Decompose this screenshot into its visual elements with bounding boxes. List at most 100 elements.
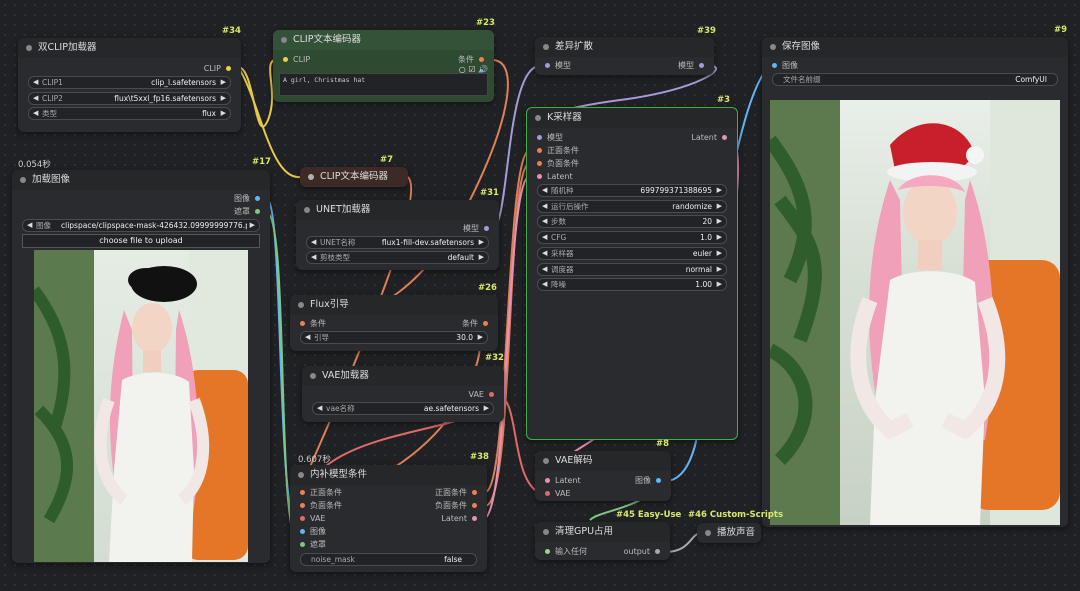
- collapse-dot-icon[interactable]: [543, 529, 549, 535]
- node-header[interactable]: 内补模型条件: [290, 465, 487, 485]
- socket-dot-icon[interactable]: [537, 148, 542, 153]
- arrow-left-icon[interactable]: ◀: [33, 108, 38, 119]
- node-inpaint-model-conditioning[interactable]: 内补模型条件 正面条件 负面条件 VAE 图像 遮罩 正面条件 负面条件 Lat…: [290, 465, 487, 572]
- arrow-right-icon[interactable]: ▶: [221, 93, 226, 104]
- node-dual-clip-loader[interactable]: 双CLIP加载器 CLIP ◀ CLIP1 clip_l.safetensors ▶ …: [18, 38, 241, 132]
- collapse-dot-icon[interactable]: [535, 115, 541, 121]
- arrow-left-icon[interactable]: ◀: [33, 93, 38, 104]
- arrow-left-icon[interactable]: ◀: [317, 403, 322, 414]
- output-negative[interactable]: 负面条件: [435, 500, 477, 512]
- socket-dot-icon[interactable]: [300, 321, 305, 326]
- input-vae[interactable]: VAE: [300, 513, 326, 525]
- node-vae-loader[interactable]: VAE加载器 VAE ◀ vae名称 ae.safetensors ▶: [302, 366, 504, 422]
- arrow-left-icon[interactable]: ◀: [27, 220, 32, 231]
- arrow-left-icon[interactable]: ◀: [542, 185, 547, 196]
- collapse-dot-icon[interactable]: [26, 45, 32, 51]
- collapse-dot-icon[interactable]: [298, 302, 304, 308]
- node-header[interactable]: Flux引导: [290, 295, 498, 315]
- widget-image-file[interactable]: ◀ 图像 clipspace/clipspace-mask-426432.09999…: [22, 219, 260, 232]
- output-image[interactable]: 图像: [635, 475, 661, 487]
- widget-scheduler[interactable]: ◀ 调度器 normal ▶: [537, 263, 727, 276]
- collapse-dot-icon[interactable]: [304, 207, 310, 213]
- input-latent[interactable]: Latent: [537, 171, 573, 183]
- collapse-dot-icon[interactable]: [308, 174, 314, 180]
- choose-file-button[interactable]: choose file to upload: [22, 234, 260, 248]
- socket-dot-icon[interactable]: [537, 174, 542, 179]
- socket-dot-icon[interactable]: [483, 321, 488, 326]
- socket-dot-icon[interactable]: [722, 135, 727, 140]
- output-clip[interactable]: CLIP: [204, 63, 231, 75]
- prompt-textarea[interactable]: A girl, Christmas hat: [279, 73, 488, 96]
- output-model[interactable]: 模型: [463, 223, 489, 235]
- output-output[interactable]: output: [624, 546, 660, 558]
- input-mask[interactable]: 遮罩: [300, 539, 326, 551]
- input-vae[interactable]: VAE: [545, 488, 571, 500]
- node-differential-diffusion[interactable]: 差异扩散 模型 模型: [535, 37, 714, 75]
- socket-dot-icon[interactable]: [489, 392, 494, 397]
- widget-cfg[interactable]: ◀ CFG 1.0 ▶: [537, 231, 727, 244]
- collapse-dot-icon[interactable]: [281, 37, 287, 43]
- widget-guidance[interactable]: ◀ 引导 30.0 ▶: [300, 331, 488, 344]
- collapse-dot-icon[interactable]: [298, 472, 304, 478]
- socket-dot-icon[interactable]: [545, 491, 550, 496]
- arrow-right-icon[interactable]: ▶: [221, 77, 226, 88]
- widget-filename-prefix[interactable]: 文件名前缀 ComfyUI: [772, 73, 1058, 86]
- output-model[interactable]: 模型: [678, 60, 704, 72]
- socket-dot-icon[interactable]: [226, 66, 231, 71]
- widget-clip2[interactable]: ◀ CLIP2 flux\t5xxl_fp16.safetensors ▶: [28, 92, 231, 105]
- socket-dot-icon[interactable]: [472, 516, 477, 521]
- arrow-right-icon[interactable]: ▶: [717, 216, 722, 227]
- node-flux-guidance[interactable]: Flux引导 条件 条件 ◀ 引导 30.0 ▶: [290, 295, 498, 351]
- arrow-right-icon[interactable]: ▶: [717, 264, 722, 275]
- socket-dot-icon[interactable]: [545, 549, 550, 554]
- socket-dot-icon[interactable]: [484, 226, 489, 231]
- arrow-right-icon[interactable]: ▶: [479, 237, 484, 248]
- widget-clip1[interactable]: ◀ CLIP1 clip_l.safetensors ▶: [28, 76, 231, 89]
- node-header[interactable]: 保存图像: [762, 37, 1068, 57]
- widget-unet-name[interactable]: ◀ UNET名称 flux1-fill-dev.safetensors ▶: [306, 236, 489, 249]
- input-anything[interactable]: 输入任何: [545, 546, 587, 558]
- widget-control-after-generate[interactable]: ◀ 运行后操作 randomize ▶: [537, 200, 727, 213]
- socket-dot-icon[interactable]: [655, 549, 660, 554]
- arrow-left-icon[interactable]: ◀: [33, 77, 38, 88]
- socket-dot-icon[interactable]: [479, 57, 484, 62]
- node-header[interactable]: UNET加载器: [296, 200, 499, 220]
- socket-dot-icon[interactable]: [300, 490, 305, 495]
- output-latent[interactable]: Latent: [441, 513, 477, 525]
- input-image[interactable]: 图像: [772, 60, 798, 72]
- input-model[interactable]: 模型: [545, 60, 571, 72]
- collapse-dot-icon[interactable]: [310, 373, 316, 379]
- collapse-dot-icon[interactable]: [543, 458, 549, 464]
- arrow-right-icon[interactable]: ▶: [717, 185, 722, 196]
- arrow-left-icon[interactable]: ◀: [542, 216, 547, 227]
- arrow-left-icon[interactable]: ◀: [542, 264, 547, 275]
- socket-dot-icon[interactable]: [537, 161, 542, 166]
- output-positive[interactable]: 正面条件: [435, 487, 477, 499]
- widget-sampler[interactable]: ◀ 采样器 euler ▶: [537, 247, 727, 260]
- input-conditioning[interactable]: 条件: [300, 318, 326, 330]
- socket-dot-icon[interactable]: [537, 135, 542, 140]
- arrow-right-icon[interactable]: ▶: [250, 220, 255, 231]
- socket-dot-icon[interactable]: [545, 478, 550, 483]
- collapse-dot-icon[interactable]: [20, 177, 26, 183]
- node-header[interactable]: 差异扩散: [535, 37, 714, 57]
- input-positive[interactable]: 正面条件: [300, 487, 342, 499]
- arrow-right-icon[interactable]: ▶: [717, 248, 722, 259]
- socket-dot-icon[interactable]: [300, 529, 305, 534]
- output-conditioning[interactable]: 条件: [462, 318, 488, 330]
- node-clip-text-encode-negative[interactable]: CLIP文本编码器: [300, 167, 408, 187]
- socket-dot-icon[interactable]: [255, 196, 260, 201]
- node-load-image[interactable]: 加载图像 图像 遮罩 ◀ 图像 clipspace/clipspace-mask-4…: [12, 170, 270, 563]
- node-play-sound[interactable]: 播放声音: [697, 523, 761, 543]
- arrow-left-icon[interactable]: ◀: [542, 279, 547, 290]
- widget-denoise[interactable]: ◀ 降噪 1.00 ▶: [537, 278, 727, 291]
- widget-vae-name[interactable]: ◀ vae名称 ae.safetensors ▶: [312, 402, 494, 415]
- node-header[interactable]: CLIP文本编码器: [273, 30, 494, 50]
- arrow-left-icon[interactable]: ◀: [542, 232, 547, 243]
- socket-dot-icon[interactable]: [255, 209, 260, 214]
- arrow-right-icon[interactable]: ▶: [479, 252, 484, 263]
- node-unet-loader[interactable]: UNET加载器 模型 ◀ UNET名称 flux1-fill-dev.safeten…: [296, 200, 499, 270]
- arrow-right-icon[interactable]: ▶: [717, 279, 722, 290]
- arrow-right-icon[interactable]: ▶: [484, 403, 489, 414]
- node-header[interactable]: VAE解码: [535, 451, 671, 471]
